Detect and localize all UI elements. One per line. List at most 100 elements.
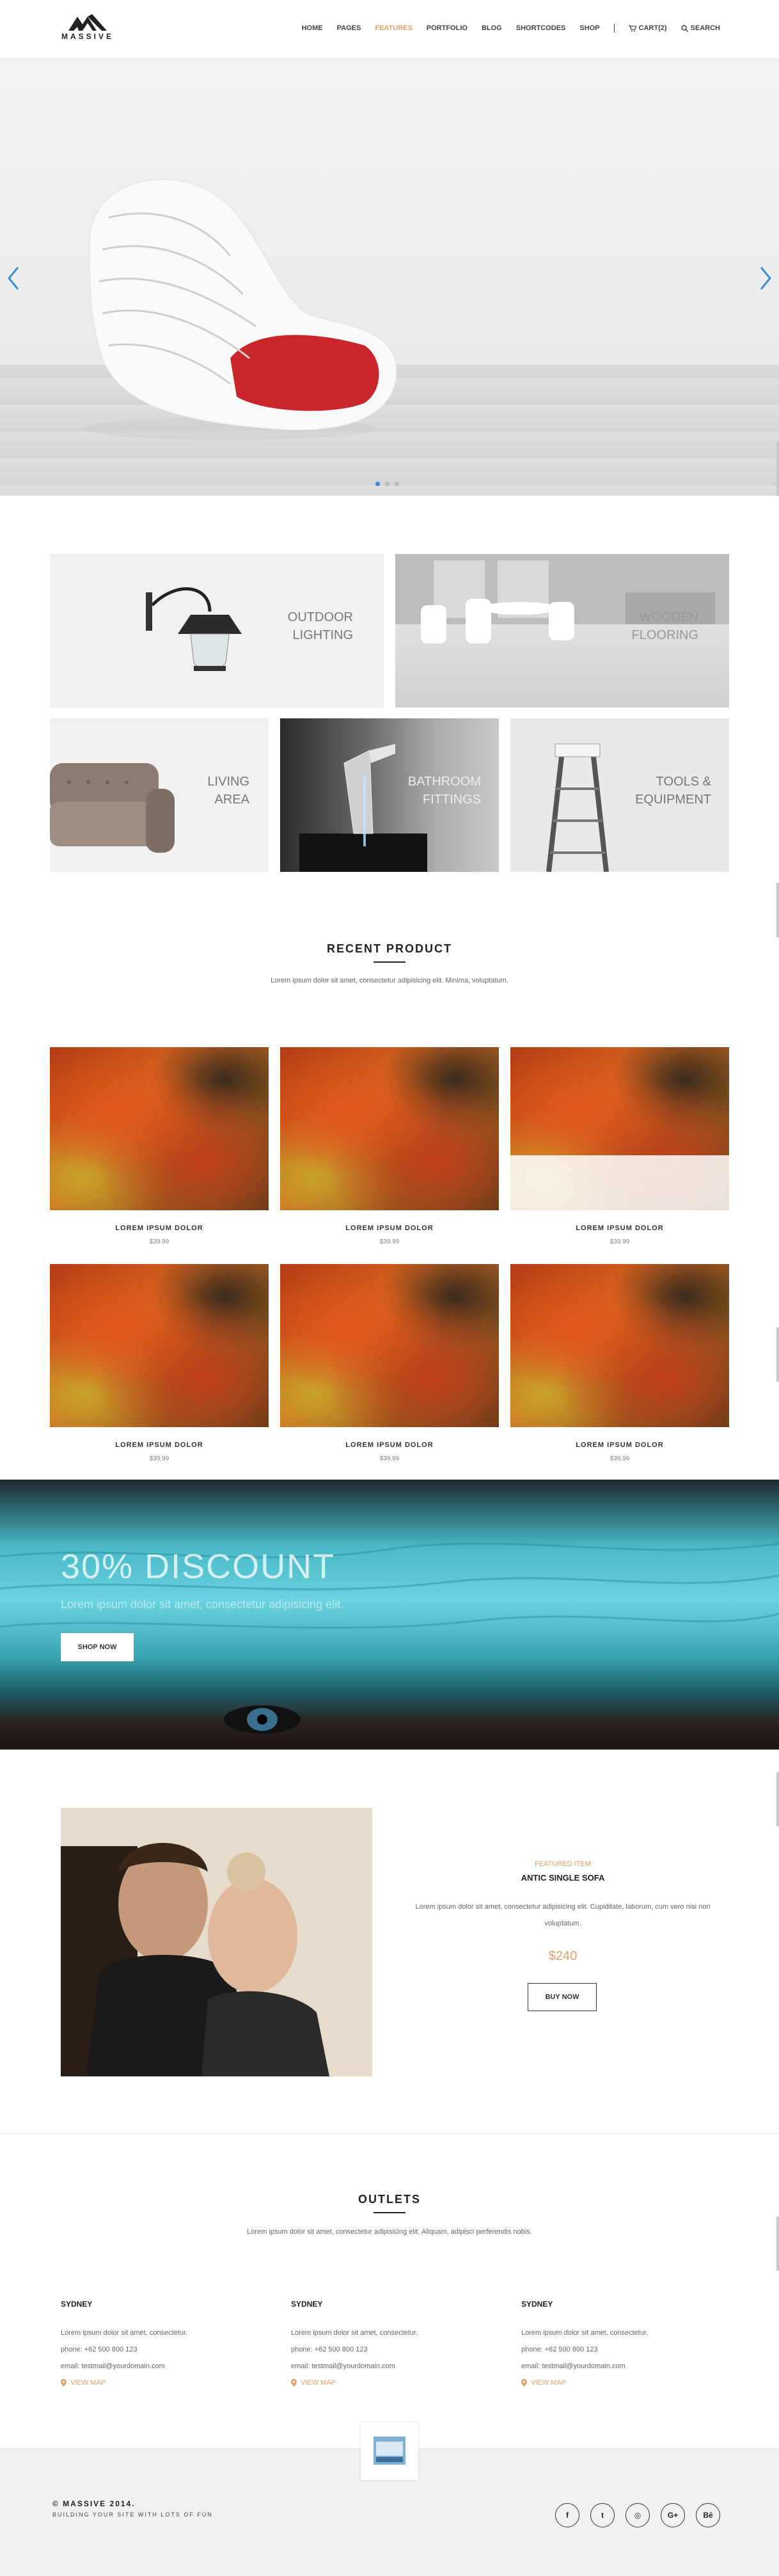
category-outdoor-lighting[interactable]: OUTDOOR LIGHTING bbox=[50, 554, 384, 707]
product-name[interactable]: LOREM IPSUM DOLOR bbox=[510, 1224, 729, 1232]
outlet-card: SYDNEY Lorem ipsum dolor sit amet, conse… bbox=[61, 2300, 253, 2387]
outlet-city: SYDNEY bbox=[61, 2300, 93, 2309]
product-price: $39.99 bbox=[379, 1238, 400, 1245]
product-name[interactable]: LOREM IPSUM DOLOR bbox=[510, 1441, 729, 1449]
outlet-email: email: testmail@yourdomain.com bbox=[521, 2362, 626, 2370]
lamp-image bbox=[146, 587, 242, 671]
outlet-desc: Lorem ipsum dolor sit amet, consectetur. bbox=[521, 2329, 649, 2337]
slider-dot[interactable] bbox=[385, 482, 390, 486]
nav-pages[interactable]: PAGES bbox=[337, 24, 361, 32]
product-price: $39.99 bbox=[610, 1238, 630, 1245]
view-map-label: VIEW MAP bbox=[531, 2379, 567, 2387]
dribbble-icon[interactable]: ◎ bbox=[626, 2503, 650, 2527]
map-pin-icon bbox=[291, 2379, 297, 2387]
slider-prev-icon[interactable] bbox=[4, 262, 23, 294]
discount-text: Lorem ipsum dolor sit amet, consectetur … bbox=[61, 1598, 344, 1611]
cart-icon bbox=[628, 24, 636, 31]
nav-home[interactable]: HOME bbox=[302, 24, 323, 32]
copyright-text: © MASSIVE 2014. bbox=[52, 2499, 136, 2508]
product-card[interactable]: LOREM IPSUM DOLOR $39.99 bbox=[280, 1264, 499, 1462]
scroll-indicator bbox=[776, 1772, 779, 1826]
product-name[interactable]: LOREM IPSUM DOLOR bbox=[50, 1224, 269, 1232]
discount-headline: 30% DISCOUNT bbox=[61, 1547, 336, 1586]
outlet-card: SYDNEY Lorem ipsum dolor sit amet, conse… bbox=[291, 2300, 483, 2387]
category-bathroom-fittings[interactable]: BATHROOM FITTINGS bbox=[280, 718, 499, 872]
category-title: WOODEN FLOORING bbox=[631, 610, 698, 642]
thumbnail-image bbox=[374, 2437, 405, 2465]
cart-link[interactable]: CART(2) bbox=[628, 24, 667, 32]
cart-label: CART(2) bbox=[638, 24, 667, 32]
nav-blog[interactable]: BLOG bbox=[482, 24, 502, 32]
title-underline bbox=[374, 2212, 405, 2213]
category-tools-equipment[interactable]: TOOLS & EQUIPMENT bbox=[510, 718, 729, 872]
nav-divider bbox=[613, 24, 615, 33]
product-name[interactable]: LOREM IPSUM DOLOR bbox=[280, 1224, 499, 1232]
google-plus-icon[interactable]: G+ bbox=[661, 2503, 685, 2527]
logo-icon bbox=[68, 14, 107, 31]
category-wooden-flooring[interactable]: WOODEN FLOORING bbox=[395, 554, 729, 707]
behance-icon[interactable]: Bē bbox=[696, 2503, 720, 2527]
main-nav: HOME PAGES FEATURES PORTFOLIO BLOG SHORT… bbox=[288, 24, 720, 33]
product-image[interactable] bbox=[280, 1264, 499, 1427]
outlet-email: email: testmail@yourdomain.com bbox=[291, 2362, 395, 2370]
nav-portfolio[interactable]: PORTFOLIO bbox=[427, 24, 468, 32]
slider-next-icon[interactable] bbox=[756, 262, 775, 294]
logo-text: MASSIVE bbox=[61, 32, 114, 41]
category-living-area[interactable]: LIVING AREA bbox=[50, 718, 269, 872]
view-map-label: VIEW MAP bbox=[301, 2379, 336, 2387]
floating-thumbnail[interactable] bbox=[361, 2422, 418, 2480]
product-image[interactable] bbox=[510, 1264, 729, 1427]
search-label: SEARCH bbox=[690, 24, 720, 32]
product-card[interactable]: LOREM IPSUM DOLOR $39.99 bbox=[510, 1264, 729, 1462]
hero-chair-image bbox=[83, 179, 397, 440]
product-image[interactable] bbox=[50, 1264, 269, 1427]
outlet-city: SYDNEY bbox=[521, 2300, 553, 2309]
logo[interactable]: MASSIVE bbox=[59, 14, 116, 46]
product-price: $39.99 bbox=[149, 1238, 169, 1245]
search-link[interactable]: SEARCH bbox=[681, 24, 720, 32]
outlet-city: SYDNEY bbox=[291, 2300, 323, 2309]
nav-shop[interactable]: SHOP bbox=[579, 24, 599, 32]
category-title: OUTDOOR LIGHTING bbox=[287, 610, 353, 642]
product-card[interactable]: LOREM IPSUM DOLOR $39.99 bbox=[510, 1047, 729, 1245]
slider-dot[interactable] bbox=[395, 482, 399, 486]
hero-slider bbox=[0, 58, 779, 496]
featured-price: $240 bbox=[548, 1949, 578, 1963]
shop-now-button[interactable]: SHOP NOW bbox=[61, 1633, 134, 1661]
scroll-indicator bbox=[776, 2216, 779, 2271]
category-title: BATHROOM FITTINGS bbox=[407, 775, 481, 807]
product-price: $39.99 bbox=[610, 1455, 630, 1462]
product-card[interactable]: LOREM IPSUM DOLOR $39.99 bbox=[50, 1047, 269, 1245]
product-hover-overlay bbox=[510, 1155, 729, 1210]
view-map-link[interactable]: VIEW MAP bbox=[61, 2379, 253, 2387]
product-image[interactable] bbox=[280, 1047, 499, 1210]
outlet-card: SYDNEY Lorem ipsum dolor sit amet, conse… bbox=[521, 2300, 713, 2387]
outlet-desc: Lorem ipsum dolor sit amet, consectetur. bbox=[61, 2329, 188, 2337]
product-card[interactable]: LOREM IPSUM DOLOR $39.99 bbox=[50, 1264, 269, 1462]
product-image[interactable] bbox=[510, 1047, 729, 1210]
buy-now-button[interactable]: BUY NOW bbox=[528, 1983, 597, 2011]
facebook-icon[interactable]: f bbox=[555, 2503, 579, 2527]
nav-features[interactable]: FEATURES bbox=[375, 24, 412, 32]
site-header: MASSIVE HOME PAGES FEATURES PORTFOLIO BL… bbox=[0, 0, 779, 58]
slider-dot[interactable] bbox=[375, 482, 380, 486]
view-map-link[interactable]: VIEW MAP bbox=[521, 2379, 713, 2387]
featured-photo bbox=[61, 1808, 372, 2076]
product-card[interactable]: LOREM IPSUM DOLOR $39.99 bbox=[280, 1047, 499, 1245]
nav-shortcodes[interactable]: SHORTCODES bbox=[516, 24, 566, 32]
featured-image bbox=[61, 1808, 372, 2076]
scroll-indicator bbox=[776, 441, 779, 496]
featured-text: Lorem ipsum dolor sit amet, consectetur … bbox=[415, 1903, 711, 1927]
map-pin-icon bbox=[521, 2379, 527, 2387]
outlet-desc: Lorem ipsum dolor sit amet, consectetur. bbox=[291, 2329, 418, 2337]
featured-title: ANTIC SINGLE SOFA bbox=[521, 1873, 605, 1883]
product-image[interactable] bbox=[50, 1047, 269, 1210]
category-title: LIVING AREA bbox=[207, 775, 249, 807]
product-name[interactable]: LOREM IPSUM DOLOR bbox=[50, 1441, 269, 1449]
scroll-indicator bbox=[776, 883, 779, 937]
product-name[interactable]: LOREM IPSUM DOLOR bbox=[280, 1441, 499, 1449]
twitter-icon[interactable]: t bbox=[590, 2503, 615, 2527]
discount-background-image bbox=[0, 1542, 779, 1734]
view-map-link[interactable]: VIEW MAP bbox=[291, 2379, 483, 2387]
outlet-phone: phone: +62 500 800 123 bbox=[291, 2346, 368, 2353]
